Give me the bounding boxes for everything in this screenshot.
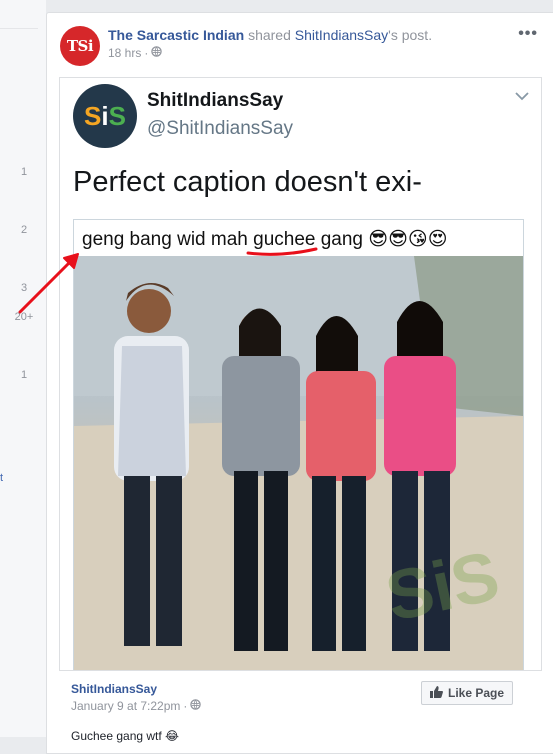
globe-icon <box>190 699 202 713</box>
post-meta: 18 hrs · <box>108 46 163 60</box>
sidebar-count[interactable]: 2 <box>4 224 44 236</box>
embedded-tweet[interactable]: SiS ShitIndiansSay @ShitIndiansSay Perfe… <box>59 77 542 671</box>
tweet-display-name: ShitIndiansSay <box>147 90 284 111</box>
shared-page-date: January 9 at 7:22pm · <box>71 699 202 713</box>
meta-separator: · <box>144 46 149 60</box>
globe-icon <box>151 46 163 60</box>
meme-image: geng bang wid mah guchee gang 😎😎😘😍 SiS <box>73 219 524 670</box>
sis-logo: SiS <box>73 84 137 148</box>
sidebar-count[interactable]: 1 <box>4 369 44 381</box>
shared-post-caption: Guchee gang wtf 😂 <box>71 729 180 743</box>
post-header: The Sarcastic Indian shared ShitIndiansS… <box>108 26 432 44</box>
post-timestamp[interactable]: 18 hrs <box>108 46 141 60</box>
thumbs-up-icon <box>429 685 443 701</box>
sidebar-count[interactable]: 20+ <box>4 311 44 323</box>
author-link[interactable]: The Sarcastic Indian <box>108 27 244 43</box>
source-page-link[interactable]: ShitIndiansSay <box>295 27 388 43</box>
left-sidebar: 1 2 3 20+ 1 t <box>0 0 46 737</box>
more-options-icon[interactable]: ••• <box>518 25 538 43</box>
sidebar-count[interactable]: 3 <box>4 282 44 294</box>
post-card: TSi The Sarcastic Indian shared ShitIndi… <box>46 12 553 754</box>
shared-page-name[interactable]: ShitIndiansSay <box>71 682 157 696</box>
source-suffix: 's post. <box>388 27 433 43</box>
sidebar-count[interactable]: 1 <box>4 166 44 178</box>
like-page-button[interactable]: Like Page <box>421 681 513 705</box>
tweet-text: Perfect caption doesn't exi- <box>73 166 422 198</box>
like-page-label: Like Page <box>447 686 505 700</box>
sidebar-divider <box>0 28 38 29</box>
tweet-handle: @ShitIndiansSay <box>147 118 294 139</box>
page-avatar[interactable]: TSi <box>60 26 100 66</box>
shared-date-text[interactable]: January 9 at 7:22pm <box>71 699 180 713</box>
meme-caption: geng bang wid mah guchee gang 😎😎😘😍 <box>74 220 523 256</box>
chevron-down-icon <box>515 88 529 106</box>
date-separator: · <box>183 699 188 713</box>
group-photo: SiS <box>74 256 523 670</box>
sidebar-edge-text[interactable]: t <box>0 472 3 484</box>
shared-label: shared <box>248 27 291 43</box>
